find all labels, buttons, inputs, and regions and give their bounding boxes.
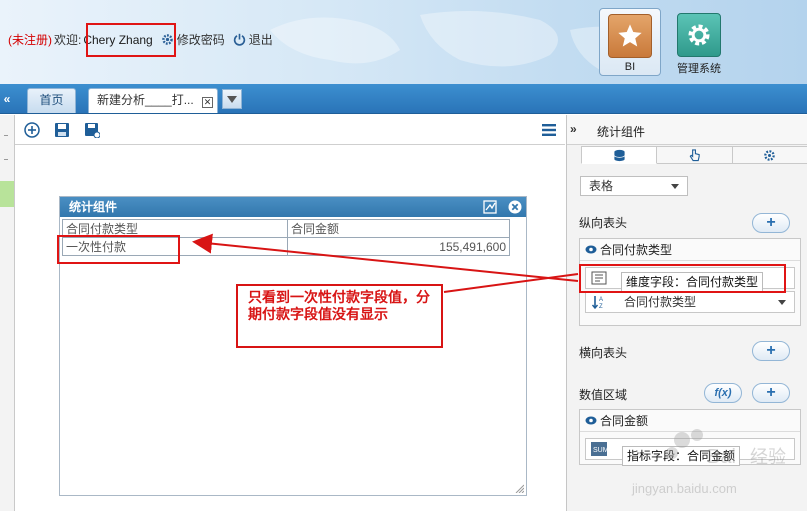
gear-icon [688, 24, 710, 46]
app-tile-management[interactable]: 管理系统 [668, 8, 730, 76]
widget-header: 统计组件 [60, 197, 526, 217]
widget-title: 统计组件 [69, 200, 118, 214]
export-button[interactable] [482, 199, 498, 215]
add-value-button[interactable]: + [752, 383, 790, 403]
save-as-icon [85, 123, 100, 138]
table-cell: 155,491,600 [287, 237, 510, 256]
collapse-right-icon[interactable]: » [570, 122, 577, 136]
left-sidebar-collapsed [0, 115, 15, 511]
unregistered-label: (未注册) [8, 33, 52, 47]
menu-icon [542, 124, 556, 136]
sum-icon: SUM [590, 441, 608, 457]
baidu-watermark: Bai 经验 jingyan.baidu.com [631, 429, 786, 496]
panel-title: 统计组件 [597, 125, 646, 139]
app-tile-label: 管理系统 [677, 63, 721, 75]
tab-bar: « 首页 新建分析____打... ✕ [0, 84, 807, 114]
tab-data[interactable] [581, 146, 658, 164]
menu-button[interactable] [539, 120, 559, 140]
close-button[interactable] [507, 199, 523, 215]
add-horizontal-header-button[interactable]: + [752, 341, 790, 361]
chevron-down-icon [227, 95, 237, 103]
tab-interaction[interactable] [657, 146, 733, 164]
add-button[interactable] [22, 120, 42, 140]
tab-label: 新建分析____打... [97, 93, 194, 107]
logout-link[interactable]: 退出 [233, 31, 273, 48]
panel-header: » 统计组件 [567, 115, 807, 145]
star-icon [618, 24, 642, 47]
logout-label: 退出 [248, 33, 273, 47]
tab-list-dropdown[interactable] [222, 89, 242, 109]
svg-text:Z: Z [599, 304, 603, 310]
svg-text:Bai: Bai [707, 446, 736, 468]
dimension-highlight-box [579, 264, 786, 293]
username-highlight-box [86, 23, 176, 57]
component-type-select[interactable]: 表格 [580, 176, 688, 196]
vertical-header-label: 纵向表头 [579, 216, 628, 230]
svg-text:经验: 经验 [750, 447, 786, 468]
app-tile-label: BI [624, 61, 636, 73]
sort-field-name: 合同付款类型 [624, 295, 697, 309]
hand-pointer-icon [689, 148, 700, 161]
resize-handle-icon[interactable] [514, 483, 524, 493]
gear-icon [764, 149, 776, 161]
add-vertical-header-button[interactable]: + [752, 213, 790, 233]
annotation-callout: 只看到一次性付款字段值，分期付款字段值没有显示 [236, 284, 443, 348]
canvas-toolbar [15, 115, 565, 145]
plus-circle-icon [24, 122, 40, 138]
change-password-label: 修改密码 [176, 33, 225, 47]
save-button[interactable] [52, 120, 72, 140]
svg-text:jingyan.baidu.com: jingyan.baidu.com [631, 481, 737, 496]
eye-icon[interactable] [585, 416, 597, 425]
sort-az-icon: AZ [590, 294, 608, 310]
tab-new-analysis[interactable]: 新建分析____打... ✕ [88, 88, 218, 113]
sidebar-highlight[interactable] [0, 181, 14, 207]
column-header: 合同金额 [287, 219, 510, 238]
sort-field-row[interactable]: AZ 合同付款类型 [585, 291, 795, 313]
welcome-label: 欢迎: [54, 33, 82, 47]
selected-value: 表格 [589, 179, 614, 193]
database-icon [613, 149, 625, 161]
save-as-button[interactable] [82, 120, 102, 140]
chevron-down-icon [671, 184, 679, 189]
tab-home[interactable]: 首页 [27, 88, 76, 113]
power-icon [233, 33, 245, 46]
field-name: 合同付款类型 [600, 243, 673, 257]
export-chart-icon [483, 200, 497, 214]
collapse-left-icon[interactable]: « [0, 89, 14, 109]
close-icon[interactable]: ✕ [202, 97, 213, 108]
value-area-label: 数值区域 [579, 388, 628, 402]
app-tile-bi[interactable]: BI [599, 8, 661, 76]
formula-button[interactable]: f(x) [704, 383, 742, 403]
save-icon [55, 123, 69, 137]
eye-icon[interactable] [585, 245, 597, 254]
horizontal-header-label: 横向表头 [579, 346, 628, 360]
row-highlight-box [57, 235, 180, 264]
svg-text:SUM: SUM [593, 447, 608, 454]
panel-tabs [581, 146, 807, 164]
close-circle-icon [508, 200, 522, 214]
chevron-down-icon [778, 300, 786, 305]
svg-text:A: A [599, 297, 603, 303]
tab-settings[interactable] [732, 146, 807, 164]
